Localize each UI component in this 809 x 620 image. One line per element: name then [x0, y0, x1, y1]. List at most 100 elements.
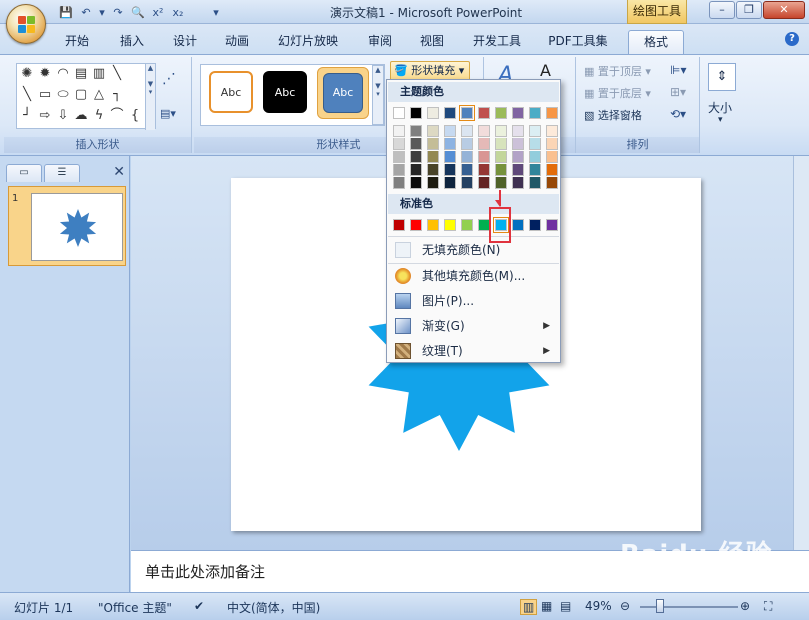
- panel-close-icon[interactable]: ✕: [113, 164, 125, 180]
- theme-shade-swatch[interactable]: [444, 151, 456, 163]
- theme-shade-swatch[interactable]: [393, 177, 405, 189]
- theme-shade-swatch[interactable]: [495, 164, 507, 176]
- theme-color-swatch[interactable]: [495, 107, 507, 119]
- theme-shade-swatch[interactable]: [461, 164, 473, 176]
- slide-thumbnail-selected[interactable]: 1: [8, 186, 126, 266]
- rectangle-shape-icon[interactable]: ▭: [37, 87, 53, 103]
- theme-shade-swatch[interactable]: [461, 125, 473, 137]
- style-gallery-scroll[interactable]: ▲ ▼ ▾: [372, 65, 384, 125]
- theme-shade-swatch[interactable]: [393, 164, 405, 176]
- theme-shade-swatch[interactable]: [478, 138, 490, 150]
- theme-shade-swatch[interactable]: [529, 151, 541, 163]
- rounded-rect-icon[interactable]: ▢: [73, 87, 89, 103]
- standard-color-swatch[interactable]: [427, 219, 439, 231]
- theme-shade-swatch[interactable]: [478, 125, 490, 137]
- theme-shade-swatch[interactable]: [444, 138, 456, 150]
- theme-color-swatch[interactable]: [410, 107, 422, 119]
- arc-shape-icon[interactable]: ◠: [55, 66, 71, 82]
- theme-shade-swatch[interactable]: [393, 138, 405, 150]
- align-icon[interactable]: ⊫▾: [670, 63, 686, 77]
- theme-shade-swatch[interactable]: [512, 151, 524, 163]
- text-fill-icon[interactable]: A: [540, 61, 551, 80]
- zoom-in-icon[interactable]: ⊕: [740, 599, 750, 613]
- theme-shade-swatch[interactable]: [410, 138, 422, 150]
- edit-shape-icon[interactable]: ⋰: [162, 71, 176, 87]
- tab-outline[interactable]: ☰: [44, 164, 80, 182]
- standard-color-swatch[interactable]: [444, 219, 456, 231]
- tab-pdf-tools[interactable]: PDF工具集: [540, 30, 616, 54]
- theme-shade-swatch[interactable]: [461, 151, 473, 163]
- restore-button[interactable]: ❐: [736, 1, 762, 19]
- style-sample-black[interactable]: Abc: [263, 71, 307, 113]
- standard-color-swatch[interactable]: [410, 219, 422, 231]
- theme-shade-swatch[interactable]: [529, 125, 541, 137]
- vertical-scrollbar[interactable]: [793, 156, 809, 550]
- vertical-textbox-icon[interactable]: ▥: [91, 66, 107, 82]
- subscript-icon[interactable]: x₂: [170, 5, 186, 21]
- theme-shade-swatch[interactable]: [427, 125, 439, 137]
- theme-shade-swatch[interactable]: [512, 138, 524, 150]
- tab-view[interactable]: 视图: [410, 30, 454, 54]
- picture-fill-item[interactable]: 图片(P)...: [388, 289, 559, 313]
- tab-animations[interactable]: 动画: [215, 30, 259, 54]
- office-button[interactable]: [6, 4, 46, 44]
- curve-shape-icon[interactable]: ⌒: [109, 108, 125, 124]
- theme-shade-swatch[interactable]: [512, 125, 524, 137]
- theme-shade-swatch[interactable]: [478, 151, 490, 163]
- rotate-icon[interactable]: ⟲▾: [670, 107, 686, 121]
- shapes-gallery-scroll[interactable]: ▲ ▼ ▾: [145, 64, 155, 130]
- tab-home[interactable]: 开始: [55, 30, 99, 54]
- theme-color-swatch[interactable]: [529, 107, 541, 119]
- theme-color-swatch[interactable]: [546, 107, 558, 119]
- tab-format[interactable]: 格式: [628, 30, 684, 54]
- sun-shape-icon[interactable]: ✹: [37, 66, 53, 82]
- theme-color-swatch[interactable]: [427, 107, 439, 119]
- tab-insert[interactable]: 插入: [110, 30, 154, 54]
- more-fill-colors-item[interactable]: 其他填充颜色(M)...: [388, 264, 559, 288]
- theme-shade-swatch[interactable]: [546, 125, 558, 137]
- right-arrow-shape-icon[interactable]: ⇨: [37, 108, 53, 124]
- zoom-slider[interactable]: [640, 606, 738, 608]
- theme-color-swatch[interactable]: [444, 107, 456, 119]
- theme-shade-swatch[interactable]: [495, 177, 507, 189]
- textbox-shape-icon[interactable]: ▤: [73, 66, 89, 82]
- theme-shade-swatch[interactable]: [444, 177, 456, 189]
- theme-shade-swatch[interactable]: [427, 177, 439, 189]
- theme-shade-swatch[interactable]: [444, 164, 456, 176]
- bring-to-front-button[interactable]: ▦ 置于顶层 ▾: [584, 63, 651, 79]
- theme-shade-swatch[interactable]: [546, 177, 558, 189]
- theme-shade-swatch[interactable]: [546, 138, 558, 150]
- tab-design[interactable]: 设计: [163, 30, 207, 54]
- theme-shade-swatch[interactable]: [546, 151, 558, 163]
- standard-color-swatch[interactable]: [529, 219, 541, 231]
- theme-shade-swatch[interactable]: [410, 125, 422, 137]
- tab-slides[interactable]: ▭: [6, 164, 42, 182]
- callout-shape-icon[interactable]: ☁: [73, 108, 89, 124]
- oval-shape-icon[interactable]: ⬭: [55, 87, 71, 103]
- triangle-shape-icon[interactable]: △: [91, 87, 107, 103]
- style-sample-blue-selected[interactable]: Abc: [317, 67, 369, 119]
- lightning-shape-icon[interactable]: ϟ: [91, 108, 107, 124]
- theme-shade-swatch[interactable]: [529, 177, 541, 189]
- selection-pane-button[interactable]: ▧ 选择窗格: [584, 107, 642, 123]
- slide-thumbnail[interactable]: [31, 193, 123, 261]
- standard-color-swatch[interactable]: [393, 219, 405, 231]
- theme-color-swatch[interactable]: [512, 107, 524, 119]
- send-to-back-button[interactable]: ▦ 置于底层 ▾: [584, 85, 651, 101]
- normal-view-button[interactable]: ▥: [520, 599, 538, 615]
- undo-dropdown-icon[interactable]: ▾: [98, 5, 106, 21]
- save-icon[interactable]: 💾: [58, 5, 74, 21]
- theme-shade-swatch[interactable]: [410, 164, 422, 176]
- group-icon[interactable]: ⊞▾: [670, 85, 686, 99]
- theme-shade-swatch[interactable]: [495, 151, 507, 163]
- standard-color-swatch[interactable]: [461, 219, 473, 231]
- redo-icon[interactable]: ↷: [110, 5, 126, 21]
- connector-shape-icon[interactable]: ┘: [19, 108, 35, 124]
- theme-shade-swatch[interactable]: [461, 138, 473, 150]
- zoom-out-icon[interactable]: ⊖: [620, 599, 630, 613]
- zoom-slider-knob[interactable]: [656, 599, 664, 613]
- theme-shade-swatch[interactable]: [427, 151, 439, 163]
- elbow-connector-icon[interactable]: ┐: [109, 87, 125, 103]
- theme-shade-swatch[interactable]: [461, 177, 473, 189]
- shape-fill-button[interactable]: 🪣 形状填充 ▾: [390, 61, 470, 81]
